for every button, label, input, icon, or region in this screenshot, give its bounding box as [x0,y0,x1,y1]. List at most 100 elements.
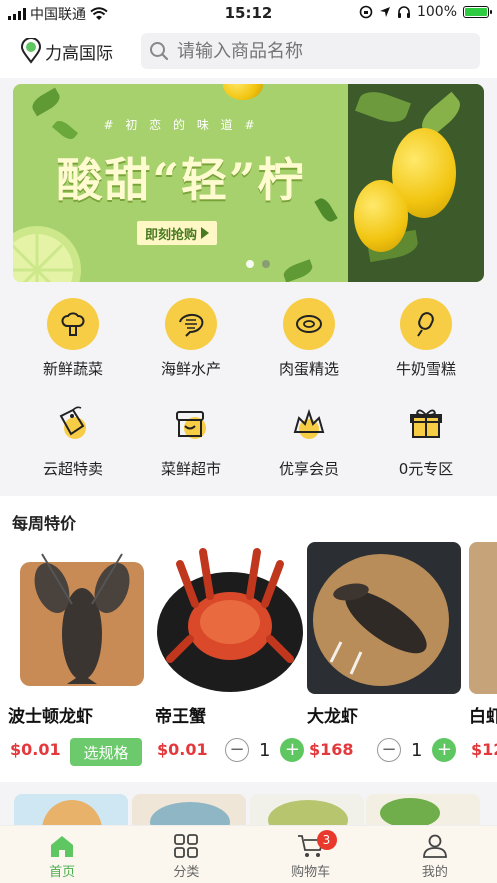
category-label: 优享会员 [278,460,339,478]
carousel-dot[interactable] [246,260,254,268]
status-bar: 中国联通 15:12 100% [0,0,497,26]
broccoli-icon [47,298,99,350]
category-label: 新鲜蔬菜 [42,360,103,378]
product-image [307,542,461,694]
battery-icon [463,6,492,18]
section-title: 每周特价 [12,514,77,533]
salad-image [380,798,440,828]
crown-icon [283,398,335,450]
location-arrow-icon [379,7,390,17]
battery-percent: 100% [416,4,457,20]
carousel-dot[interactable] [262,260,270,268]
product-image [155,542,303,694]
promo-banner[interactable]: # 初 恋 的 味 道 # 酸甜“轻”柠 即刻抢购 [13,84,484,282]
banner-cta-button[interactable]: 即刻抢购 [137,221,217,245]
category-vip-member[interactable]: 优享会员 [259,398,359,479]
headphones-icon [397,6,410,18]
product-name: 白虾 [469,707,497,727]
category-label: 海鲜水产 [160,360,221,378]
banner-lemon [223,84,263,100]
category-free-zone[interactable]: 0元专区 [376,398,476,479]
lobster-image [329,583,427,675]
increase-button[interactable]: + [280,738,305,762]
search-input[interactable] [177,40,457,62]
grid-icon [174,834,199,858]
tab-category[interactable]: 分类 [124,826,248,883]
store-icon [165,398,217,450]
tab-label: 首页 [49,865,76,880]
category-label: 肉蛋精选 [278,360,339,378]
carousel-dots [246,260,270,268]
product-name: 波士顿龙虾 [8,707,93,727]
rotation-lock-icon [359,5,373,19]
category-label: 菜鲜超市 [160,460,221,478]
banner-leaf [29,87,63,117]
search-icon [150,42,169,61]
banner-lemon-slice-icon [13,226,81,282]
category-grid: 新鲜蔬菜 海鲜水产 肉蛋精选 牛奶雪糕 云超特卖 菜鲜超市 优享会员 0元专区 [0,286,497,496]
map-pin-icon [20,38,42,64]
status-right: 100% [359,4,492,20]
gift-icon [400,398,452,450]
product-price: $0.01 [10,740,61,759]
king-crab-image [166,548,294,663]
category-meat-egg[interactable]: 肉蛋精选 [259,298,359,379]
choose-spec-button[interactable]: 选规格 [70,738,142,766]
location-label: 力高国际 [45,43,113,64]
product-image [469,542,497,694]
tab-cart[interactable]: 购物车 3 [249,826,373,883]
popsicle-icon [400,298,452,350]
decrease-button[interactable]: − [225,738,249,762]
search-bar[interactable] [141,33,480,69]
banner-tagline: # 初 恋 的 味 道 # [103,118,259,132]
tab-profile[interactable]: 我的 [373,826,497,883]
decrease-button[interactable]: − [377,738,401,762]
category-label: 0元专区 [398,460,454,478]
tag-icon [47,398,99,450]
user-icon [422,834,447,858]
quantity-stepper: − 1 + [377,738,457,762]
banner-lemon-photo [348,84,484,282]
photo-leaf [355,86,411,128]
product-card[interactable]: 白虾 $12 [469,542,497,782]
product-name: 帝王蟹 [155,707,206,727]
photo-lemon [354,180,408,252]
product-name: 大龙虾 [307,707,358,727]
increase-button[interactable]: + [432,738,457,762]
category-flash-sale[interactable]: 云超特卖 [23,398,123,479]
product-price: $12 [471,740,497,759]
category-label: 牛奶雪糕 [395,360,456,378]
cart-badge: 3 [316,830,337,850]
battery-fill [465,8,487,16]
category-dairy-icecream[interactable]: 牛奶雪糕 [376,298,476,379]
weekly-specials: 每周特价 波士顿龙虾 $0.01 选规格 帝王蟹 $0.01 − 1 + 大龙虾… [0,496,497,782]
shrimp-icon [165,298,217,350]
product-card[interactable]: 波士顿龙虾 $0.01 选规格 [8,542,156,766]
product-card[interactable]: 帝王蟹 $0.01 − 1 + [155,542,305,762]
banner-cta-label: 即刻抢购 [144,227,197,243]
lobster-image [34,553,130,684]
banner-leaf [281,259,315,282]
category-seafood[interactable]: 海鲜水产 [141,298,241,379]
quantity-value: 1 [259,739,271,761]
product-card[interactable]: 大龙虾 $168 − 1 + [307,542,461,762]
category-vegetables[interactable]: 新鲜蔬菜 [23,298,123,379]
location-selector[interactable]: 力高国际 [20,38,113,64]
tab-label: 购物车 [291,865,331,880]
category-supermarket[interactable]: 菜鲜超市 [141,398,241,479]
tab-label: 分类 [173,865,200,880]
product-price: $0.01 [157,740,208,759]
home-icon [51,836,74,857]
meat-icon [283,298,335,350]
app-header: 力高国际 [0,26,497,78]
category-label: 云超特卖 [42,460,103,478]
tab-home[interactable]: 首页 [0,826,124,883]
product-image [8,542,156,694]
quantity-value: 1 [411,739,423,761]
bottom-tab-bar: 首页 分类 购物车 3 我的 [0,825,497,883]
tab-label: 我的 [421,865,448,880]
banner-headline: 酸甜“轻”柠 [56,153,306,207]
quantity-stepper: − 1 + [225,738,305,762]
product-price: $168 [309,740,354,759]
recommend-strip [0,782,497,830]
